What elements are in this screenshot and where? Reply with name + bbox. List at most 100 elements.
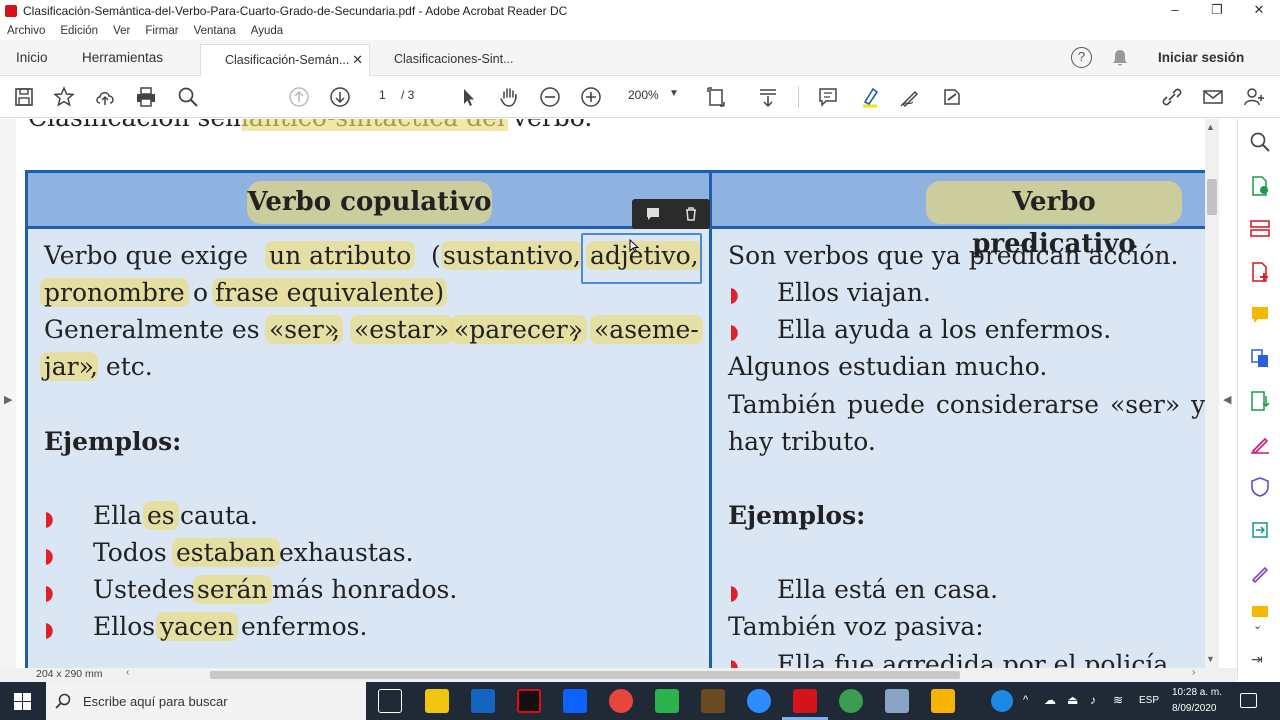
col1-examples-title: Ejemplos: — [44, 427, 182, 456]
clock-time[interactable]: 10:28 a. m. — [1172, 687, 1222, 698]
annotation-comment-icon[interactable] — [645, 206, 661, 222]
notifications-bell-icon[interactable] — [1112, 49, 1128, 67]
scroll-up-arrow[interactable]: ▲ — [1206, 122, 1215, 132]
organize-pages-icon[interactable] — [1249, 218, 1271, 240]
store-app-icon[interactable] — [425, 689, 449, 713]
col2-example-text: Ella está en casa. — [777, 575, 999, 604]
tab-tools[interactable]: Herramientas — [82, 40, 163, 76]
compress-pdf-icon[interactable] — [1249, 390, 1271, 412]
restore-button[interactable]: ❐ — [1196, 0, 1238, 22]
clock-date[interactable]: 8/09/2020 — [1172, 703, 1217, 714]
combine-files-icon[interactable] — [1249, 347, 1271, 369]
wifi-icon[interactable]: ≋ — [1113, 693, 1123, 707]
create-pdf-icon[interactable] — [1249, 261, 1271, 283]
mouse-cursor-icon — [629, 238, 640, 253]
tab-document-2[interactable]: Clasificaciones-Sint... — [370, 44, 540, 76]
tab-home[interactable]: Inicio — [16, 40, 48, 76]
netflix-app-icon[interactable] — [517, 689, 541, 713]
annotation-selection-box[interactable] — [581, 233, 702, 284]
sign-in-button[interactable]: Iniciar sesión — [1158, 40, 1244, 76]
help-tray-icon[interactable] — [991, 690, 1013, 712]
excel-app-icon[interactable] — [839, 689, 863, 713]
close-window-button[interactable]: ✕ — [1238, 0, 1280, 22]
language-indicator[interactable]: ESP — [1139, 695, 1159, 706]
scroll-mode-icon[interactable] — [756, 85, 780, 109]
document-view[interactable]: Clasificación semántico-sintáctica del v… — [0, 119, 1237, 668]
right-panel-collapse-icon[interactable]: ◀ — [1223, 393, 1231, 406]
upload-cloud-icon[interactable] — [93, 85, 117, 109]
col1-highlight: sustantivo, — [441, 241, 583, 270]
page-number-input[interactable]: 1 — [379, 88, 386, 102]
annotation-delete-icon[interactable] — [683, 206, 699, 222]
search-icon[interactable] — [176, 85, 200, 109]
col1-example-text: exhaustas. — [279, 538, 414, 567]
save-icon[interactable] — [12, 85, 36, 109]
more-tools-icon[interactable] — [1249, 603, 1271, 617]
next-page-icon[interactable] — [328, 85, 352, 109]
comment-icon[interactable] — [816, 85, 840, 109]
title-bar: Clasificación-Semántica-del-Verbo-Para-C… — [0, 0, 1280, 22]
tab-document-1[interactable]: Clasificación-Semán... ✕ — [200, 44, 370, 76]
email-icon[interactable] — [1201, 85, 1225, 109]
fill-sign-icon[interactable] — [1249, 433, 1271, 455]
menu-firmar[interactable]: Firmar — [145, 25, 178, 37]
menu-ventana[interactable]: Ventana — [194, 25, 236, 37]
col1-example-text: Ustedes — [93, 575, 196, 604]
dropbox-app-icon[interactable] — [563, 689, 587, 713]
menu-edicion[interactable]: Edición — [60, 25, 98, 37]
tools-scroll-down-icon[interactable]: ⌄ — [1253, 619, 1262, 632]
chrome-app-icon[interactable] — [609, 689, 633, 713]
collapse-pane-icon[interactable]: ⇥ — [1251, 651, 1263, 668]
close-tab-icon[interactable]: ✕ — [352, 45, 363, 75]
zoom-in-icon[interactable] — [579, 85, 603, 109]
zoom-level-dropdown[interactable]: 200% — [628, 88, 659, 102]
col1-highlight: pronombre — [40, 278, 189, 307]
fit-page-icon[interactable] — [704, 85, 728, 109]
highlighter-icon[interactable] — [858, 85, 882, 109]
scroll-down-arrow[interactable]: ▼ — [1206, 654, 1215, 664]
bookmark-star-icon[interactable] — [52, 85, 76, 109]
menu-archivo[interactable]: Archivo — [7, 25, 45, 37]
left-panel-expand-icon[interactable]: ▶ — [4, 393, 12, 406]
select-cursor-icon[interactable] — [456, 85, 480, 109]
paint-app-icon[interactable] — [885, 689, 909, 713]
media-app-icon[interactable] — [701, 689, 725, 713]
tray-chevron-up-icon[interactable]: ^ — [1023, 694, 1028, 706]
share-link-icon[interactable] — [1160, 85, 1184, 109]
file-explorer-icon[interactable] — [931, 689, 955, 713]
zoom-app-icon[interactable] — [747, 689, 771, 713]
protect-shield-icon[interactable] — [1249, 476, 1271, 498]
cloud-tray-icon[interactable]: ☁ — [1044, 693, 1056, 707]
menu-ver[interactable]: Ver — [113, 25, 130, 37]
search-tools-icon[interactable] — [1249, 131, 1271, 153]
edge-app-icon[interactable] — [471, 689, 495, 713]
previous-page-icon[interactable] — [287, 85, 311, 109]
acrobat-app-icon[interactable] — [793, 689, 817, 713]
print-icon[interactable] — [134, 85, 158, 109]
sign-document-icon[interactable] — [940, 85, 964, 109]
zoom-chevron-down-icon[interactable]: ▼ — [669, 88, 679, 99]
notification-center-icon[interactable] — [1240, 693, 1257, 708]
windows-start-icon[interactable] — [14, 693, 31, 710]
edit-pdf-icon[interactable] — [1249, 562, 1271, 584]
camtasia-app-icon[interactable] — [655, 689, 679, 713]
send-for-review-icon[interactable] — [1249, 519, 1271, 541]
task-view-icon[interactable] — [378, 689, 402, 713]
hand-tool-icon[interactable] — [497, 85, 521, 109]
scroll-right-arrow[interactable]: › — [1192, 667, 1195, 678]
zoom-out-icon[interactable] — [538, 85, 562, 109]
usb-tray-icon[interactable]: ⏏ — [1067, 693, 1078, 707]
horizontal-scroll-thumb[interactable] — [210, 671, 960, 679]
volume-icon[interactable]: ♪ — [1090, 693, 1096, 707]
export-pdf-icon[interactable] — [1249, 175, 1271, 197]
comment-tool-icon[interactable] — [1249, 304, 1271, 326]
minimize-button[interactable]: – — [1154, 0, 1196, 22]
col2-bullet-text: Ella ayuda a los enfermos. — [777, 315, 1112, 344]
col1-text: Verbo que exige — [44, 241, 249, 270]
menu-ayuda[interactable]: Ayuda — [251, 25, 283, 37]
scroll-left-arrow[interactable]: ‹ — [126, 667, 129, 678]
add-user-icon[interactable] — [1242, 85, 1266, 109]
help-icon[interactable]: ? — [1071, 47, 1092, 68]
draw-pen-icon[interactable] — [898, 85, 922, 109]
vertical-scroll-thumb[interactable] — [1207, 179, 1217, 215]
